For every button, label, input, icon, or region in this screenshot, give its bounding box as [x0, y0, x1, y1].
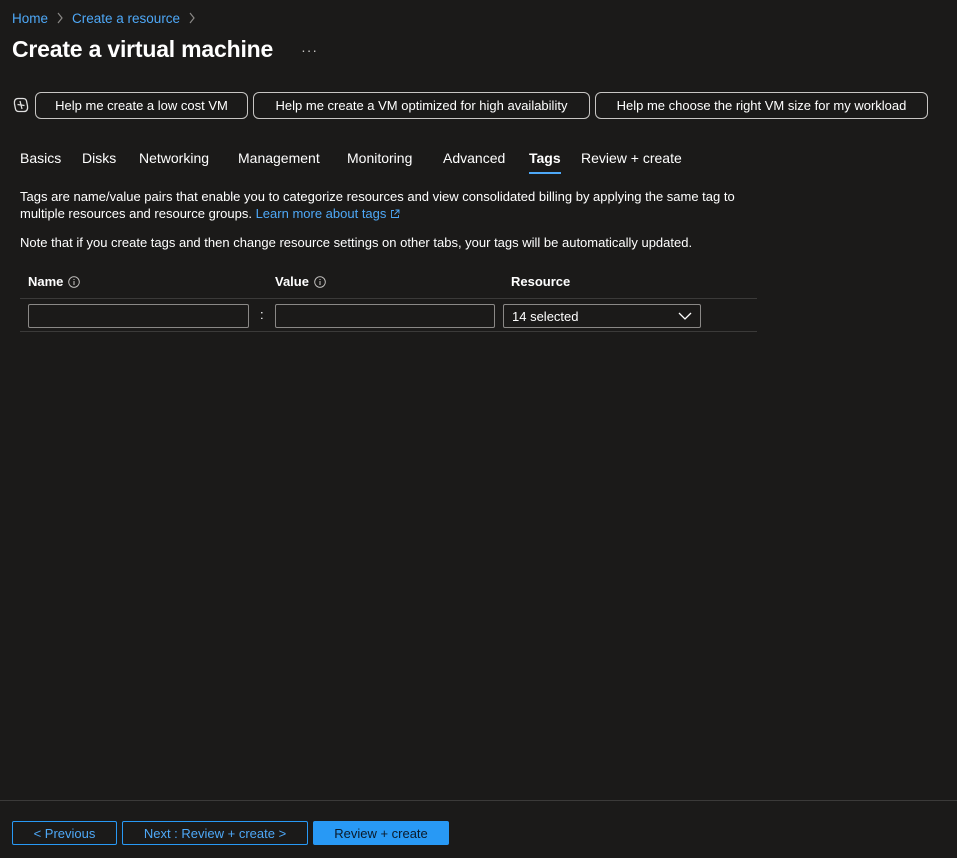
page-header: Create a virtual machine ··· [12, 36, 322, 63]
tag-value-input[interactable] [275, 304, 495, 328]
chevron-right-icon [57, 12, 63, 24]
name-column-header: Name [28, 274, 81, 289]
breadcrumb-create-resource-link[interactable]: Create a resource [72, 11, 180, 26]
value-header-label: Value [275, 274, 309, 289]
table-row-divider [20, 331, 757, 332]
name-value-separator: : [260, 307, 264, 322]
learn-more-tags-link[interactable]: Learn more about tags [256, 206, 401, 221]
copilot-icon [13, 97, 29, 113]
table-header-divider [20, 298, 757, 299]
resource-column-header: Resource [511, 274, 570, 289]
prompt-high-availability-button[interactable]: Help me create a VM optimized for high a… [253, 92, 590, 119]
resource-dropdown[interactable]: 14 selected [503, 304, 701, 328]
resource-dropdown-value: 14 selected [512, 308, 579, 324]
breadcrumb-home-link[interactable]: Home [12, 11, 48, 26]
breadcrumb: Home Create a resource [12, 9, 204, 27]
tags-note: Note that if you create tags and then ch… [20, 235, 693, 250]
tab-tags[interactable]: Tags [529, 146, 561, 174]
previous-button[interactable]: < Previous [12, 821, 117, 845]
more-options-button[interactable]: ··· [297, 42, 322, 58]
next-review-create-button[interactable]: Next : Review + create > [122, 821, 308, 845]
tab-review-create[interactable]: Review + create [581, 146, 682, 174]
info-icon[interactable] [68, 275, 81, 288]
prompt-vm-size-button[interactable]: Help me choose the right VM size for my … [595, 92, 928, 119]
tags-description: Tags are name/value pairs that enable yo… [20, 188, 750, 222]
tab-networking[interactable]: Networking [139, 146, 209, 174]
tab-monitoring[interactable]: Monitoring [347, 146, 412, 174]
tab-management[interactable]: Management [238, 146, 320, 174]
learn-more-tags-label: Learn more about tags [255, 206, 387, 221]
page-title: Create a virtual machine [12, 36, 274, 62]
chevron-right-icon [189, 12, 195, 24]
prompt-low-cost-vm-button[interactable]: Help me create a low cost VM [35, 92, 248, 119]
name-header-label: Name [28, 274, 64, 289]
footer-divider [0, 800, 957, 801]
value-column-header: Value [275, 274, 326, 289]
review-create-button[interactable]: Review + create [313, 821, 449, 845]
tab-advanced[interactable]: Advanced [443, 146, 505, 174]
tab-disks[interactable]: Disks [82, 146, 116, 174]
resource-header-label: Resource [511, 274, 571, 289]
chevron-down-icon [678, 312, 692, 320]
external-link-icon [391, 209, 400, 218]
tab-basics[interactable]: Basics [20, 146, 61, 174]
tag-name-input[interactable] [28, 304, 249, 328]
info-icon[interactable] [314, 275, 326, 288]
